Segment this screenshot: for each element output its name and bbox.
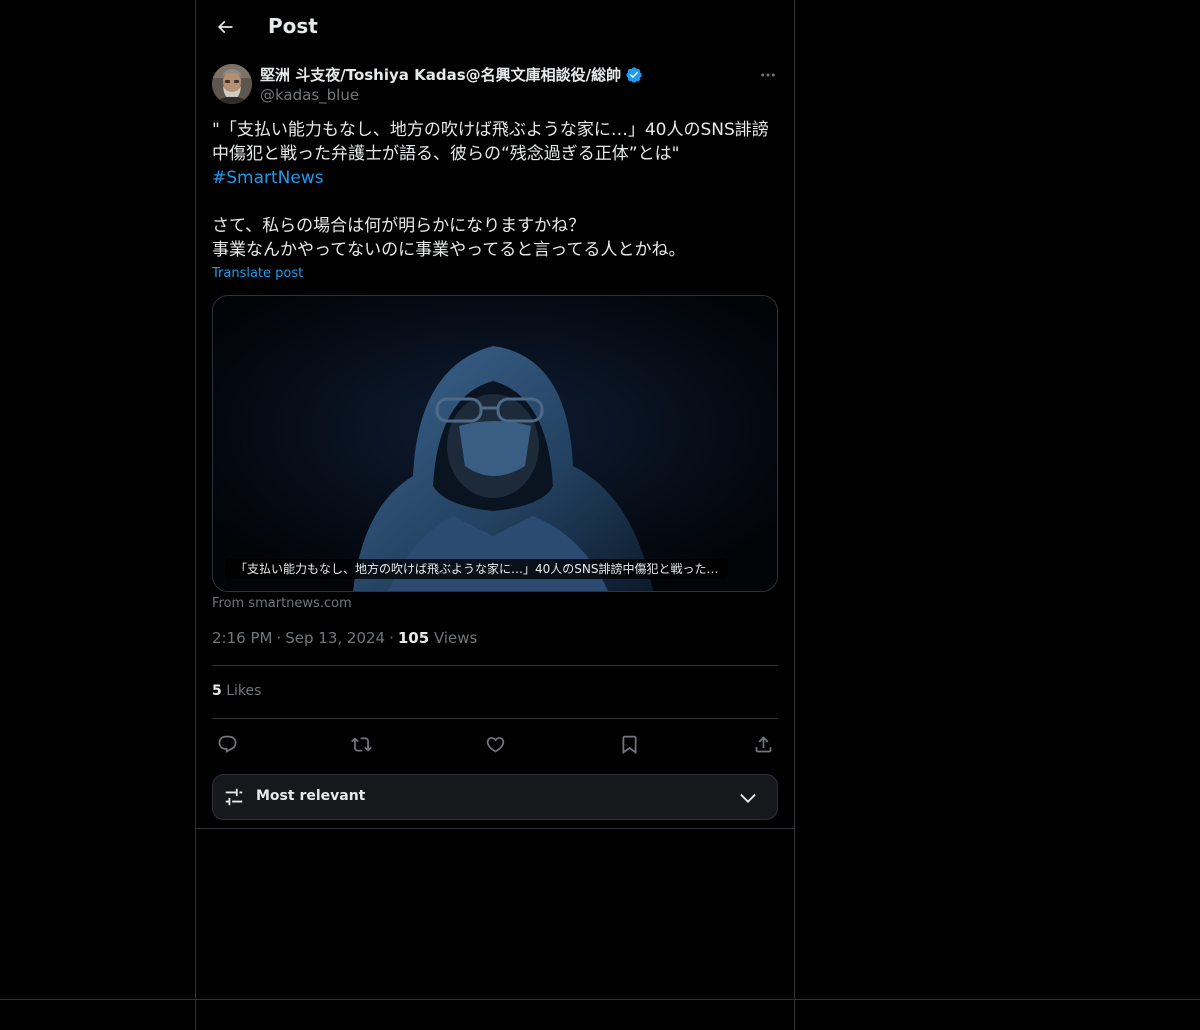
translate-post-link[interactable]: Translate post: [212, 266, 303, 281]
card-source[interactable]: From smartnews.com: [212, 596, 352, 611]
page-title: Post: [268, 14, 318, 38]
author-handle[interactable]: @kadas_blue: [260, 86, 359, 104]
action-bar: [212, 729, 778, 759]
repost-icon: [350, 736, 372, 752]
reply-icon: [218, 735, 236, 753]
card-image: [213, 296, 777, 591]
divider: [196, 828, 794, 829]
bookmark-button[interactable]: [614, 729, 644, 759]
views-label: Views: [433, 629, 478, 647]
post-time[interactable]: 2:16 PM: [212, 629, 272, 647]
header: Post: [196, 0, 794, 53]
avatar-portrait: [212, 64, 252, 104]
sort-label: Most relevant: [256, 788, 366, 804]
post-text-line: 事業なんかやってないのに事業やってると言ってる人とかね。: [212, 240, 686, 260]
author-name-text: 堅洲 斗支夜/Toshiya Kadas@名興文庫相談役/総帥: [260, 66, 622, 84]
like-icon: [486, 736, 504, 753]
post-text: "「支払い能力もなし、地方の吹けば飛ぶような家に…」40人のSNS誹謗中傷犯と戦…: [212, 118, 778, 262]
post-text-line: さて、私らの場合は何が明らかになりますかね？: [212, 216, 586, 236]
link-preview-card[interactable]: 「支払い能力もなし、地方の吹けば飛ぶような家に…」40人のSNS誹謗中傷犯と戦っ…: [212, 295, 778, 592]
likes-label: Likes: [226, 683, 262, 699]
reply-button[interactable]: [212, 729, 242, 759]
bookmark-icon: [622, 735, 636, 754]
likes-stat[interactable]: 5 Likes: [212, 683, 261, 699]
author-name[interactable]: 堅洲 斗支夜/Toshiya Kadas@名興文庫相談役/総帥: [260, 64, 643, 85]
like-button[interactable]: [480, 729, 510, 759]
post-meta: 2:16 PM · Sep 13, 2024 · 105 Views: [212, 629, 478, 647]
post-column: Post 堅洲 斗支夜/Toshiya Kadas@名興文庫相談役/総帥 @ka…: [195, 0, 795, 1030]
card-caption: 「支払い能力もなし、地方の吹けば飛ぶような家に…」40人のSNS誹謗中傷犯と戦っ…: [225, 559, 729, 579]
back-button[interactable]: [208, 10, 242, 44]
verified-badge-icon: [626, 66, 642, 83]
arrow-left-icon: [217, 20, 233, 34]
share-button[interactable]: [748, 729, 778, 759]
post-text-headline: "「支払い能力もなし、地方の吹けば飛ぶような家に…」40人のSNS誹謗中傷犯と戦…: [212, 120, 769, 164]
share-icon: [755, 735, 771, 752]
divider: [212, 665, 778, 666]
avatar[interactable]: [212, 64, 252, 104]
chevron-down-icon: [740, 793, 756, 803]
page: Post 堅洲 斗支夜/Toshiya Kadas@名興文庫相談役/総帥 @ka…: [0, 0, 1200, 1030]
sliders-icon: [225, 788, 243, 806]
more-dots-icon: [761, 73, 775, 77]
views-count: 105: [397, 629, 430, 647]
likes-count: 5: [212, 683, 222, 699]
more-options-button[interactable]: [756, 64, 780, 86]
post-date[interactable]: Sep 13, 2024: [285, 629, 385, 647]
divider: [212, 718, 778, 719]
hashtag-link[interactable]: #SmartNews: [212, 168, 324, 188]
repost-button[interactable]: [346, 729, 376, 759]
reply-sort-dropdown[interactable]: Most relevant: [212, 774, 778, 820]
bottom-divider: [0, 999, 1200, 1000]
